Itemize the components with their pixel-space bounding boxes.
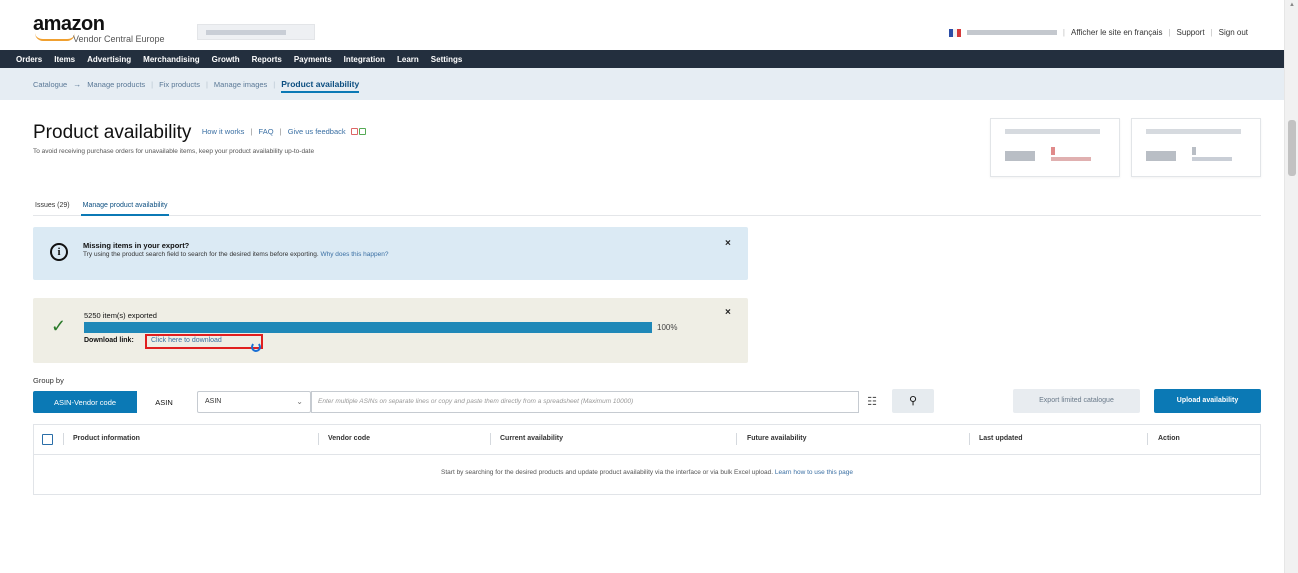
checkmark-icon: ✓ bbox=[51, 316, 67, 336]
amazon-vendor-central-logo[interactable]: amazon Vendor Central Europe bbox=[33, 13, 165, 44]
sign-out-link[interactable]: Sign out bbox=[1219, 28, 1248, 37]
info-banner-title: Missing items in your export? bbox=[83, 241, 190, 250]
nav-orders[interactable]: Orders bbox=[16, 55, 42, 64]
search-type-select[interactable]: ASIN ⌄ bbox=[197, 391, 311, 413]
feedback-link[interactable]: Give us feedback bbox=[288, 127, 346, 136]
col-current-availability[interactable]: Current availability bbox=[500, 435, 563, 442]
group-by-asin[interactable]: ASIN bbox=[137, 391, 191, 413]
nav-advertising[interactable]: Advertising bbox=[87, 55, 131, 64]
col-product-information[interactable]: Product information bbox=[73, 435, 140, 442]
asin-search-input[interactable]: Enter multiple ASINs on separate lines o… bbox=[311, 391, 859, 413]
french-site-link[interactable]: Afficher le site en français bbox=[1071, 28, 1162, 37]
download-label: Download link: bbox=[84, 337, 134, 344]
tab-bar: Issues (29) Manage product availability bbox=[33, 200, 1261, 216]
faq-link[interactable]: FAQ bbox=[259, 127, 274, 136]
subnav-fix-products[interactable]: Fix products bbox=[159, 80, 200, 89]
loading-cursor-icon bbox=[251, 342, 261, 352]
filter-icon[interactable]: ☷ bbox=[862, 391, 882, 413]
export-count-text: 5250 item(s) exported bbox=[84, 311, 157, 320]
group-by-asin-vendor-code[interactable]: ASIN-Vendor code bbox=[33, 391, 137, 413]
breadcrumb: Catalogue → Manage products | Fix produc… bbox=[0, 68, 1284, 100]
metric-card-1 bbox=[990, 118, 1120, 177]
export-success-banner: ✓ 5250 item(s) exported 100% Download li… bbox=[33, 298, 748, 363]
empty-message-text: Start by searching for the desired produ… bbox=[441, 469, 774, 476]
nav-integration[interactable]: Integration bbox=[344, 55, 385, 64]
col-last-updated[interactable]: Last updated bbox=[979, 435, 1023, 442]
top-header: amazon Vendor Central Europe | Afficher … bbox=[0, 0, 1284, 50]
info-icon: i bbox=[50, 243, 68, 261]
info-banner: i Missing items in your export? Try usin… bbox=[33, 227, 748, 280]
export-progress-percent: 100% bbox=[657, 323, 678, 332]
search-type-value: ASIN bbox=[205, 398, 222, 405]
scroll-thumb[interactable] bbox=[1288, 120, 1296, 176]
subnav-product-availability[interactable]: Product availability bbox=[281, 79, 360, 93]
info-banner-text: Try using the product search field to se… bbox=[83, 251, 388, 258]
nav-learn[interactable]: Learn bbox=[397, 55, 419, 64]
col-vendor-code[interactable]: Vendor code bbox=[328, 435, 370, 442]
scroll-up-icon[interactable]: ▲ bbox=[1289, 2, 1295, 8]
logo-text: amazon bbox=[33, 13, 105, 35]
why-does-this-happen-link[interactable]: Why does this happen? bbox=[321, 251, 389, 258]
account-switcher[interactable] bbox=[197, 24, 315, 40]
logo-subtitle: Vendor Central Europe bbox=[73, 34, 165, 44]
download-link[interactable]: Click here to download bbox=[145, 334, 263, 349]
close-icon[interactable]: × bbox=[725, 308, 731, 318]
learn-how-link[interactable]: Learn how to use this page bbox=[775, 469, 853, 476]
export-progress-fill bbox=[84, 322, 652, 333]
metric-card-2 bbox=[1131, 118, 1261, 177]
flag-icon bbox=[948, 28, 961, 37]
search-button[interactable]: ⚲ bbox=[892, 389, 934, 413]
group-by-label: Group by bbox=[33, 376, 64, 385]
subnav-manage-images[interactable]: Manage images bbox=[214, 80, 267, 89]
thumbs-up-icon[interactable] bbox=[358, 128, 366, 135]
page: amazon Vendor Central Europe | Afficher … bbox=[0, 0, 1298, 573]
top-right-links: | Afficher le site en français | Support… bbox=[948, 28, 1248, 37]
arrow-right-icon: → bbox=[73, 79, 82, 89]
col-action: Action bbox=[1158, 435, 1180, 442]
info-banner-message: Try using the product search field to se… bbox=[83, 251, 319, 258]
merchant-name-redacted[interactable] bbox=[966, 30, 1057, 35]
nav-growth[interactable]: Growth bbox=[212, 55, 240, 64]
select-all-checkbox[interactable] bbox=[42, 434, 53, 445]
search-icon: ⚲ bbox=[908, 395, 918, 407]
page-title: Product availability bbox=[33, 122, 192, 143]
breadcrumb-catalogue[interactable]: Catalogue bbox=[33, 80, 67, 89]
chevron-down-icon: ⌄ bbox=[296, 397, 303, 406]
nav-reports[interactable]: Reports bbox=[252, 55, 282, 64]
how-it-works-link[interactable]: How it works bbox=[202, 127, 245, 136]
thumbs-down-icon[interactable] bbox=[350, 128, 358, 135]
support-link[interactable]: Support bbox=[1177, 28, 1205, 37]
export-progress-bar bbox=[84, 322, 652, 333]
page-subtitle: To avoid receiving purchase orders for u… bbox=[33, 148, 315, 155]
nav-settings[interactable]: Settings bbox=[431, 55, 463, 64]
download-label-text: Download link: bbox=[84, 337, 134, 344]
main-nav: Orders Items Advertising Merchandising G… bbox=[0, 50, 1284, 68]
title-area: Product availability How it works | FAQ … bbox=[33, 122, 366, 144]
nav-items[interactable]: Items bbox=[54, 55, 75, 64]
export-limited-catalogue-button[interactable]: Export limited catalogue bbox=[1013, 389, 1140, 413]
title-links: How it works | FAQ | Give us feedback bbox=[202, 127, 366, 137]
availability-table: Product information Vendor code Current … bbox=[33, 424, 1261, 495]
nav-payments[interactable]: Payments bbox=[294, 55, 332, 64]
page-scrollbar[interactable]: ▲ bbox=[1284, 0, 1298, 573]
col-future-availability[interactable]: Future availability bbox=[747, 435, 807, 442]
tab-issues[interactable]: Issues (29) bbox=[33, 200, 72, 215]
tab-manage-product-availability[interactable]: Manage product availability bbox=[80, 200, 170, 216]
table-empty-message: Start by searching for the desired produ… bbox=[34, 469, 1260, 476]
nav-merchandising[interactable]: Merchandising bbox=[143, 55, 199, 64]
logo-smile-icon bbox=[35, 33, 75, 41]
upload-availability-button[interactable]: Upload availability bbox=[1154, 389, 1261, 413]
subnav-manage-products[interactable]: Manage products bbox=[87, 80, 145, 89]
table-header: Product information Vendor code Current … bbox=[34, 425, 1260, 455]
close-icon[interactable]: × bbox=[725, 239, 731, 249]
